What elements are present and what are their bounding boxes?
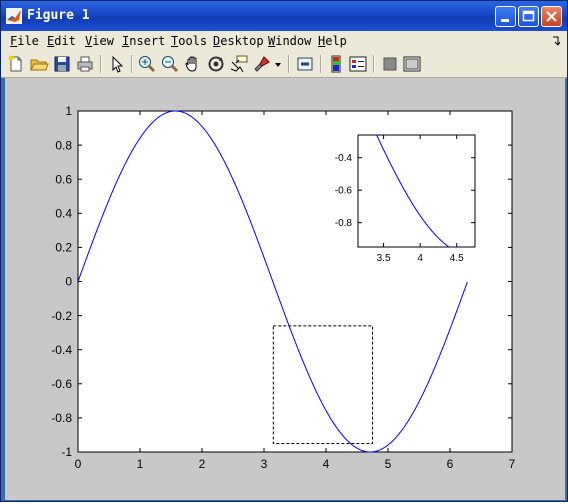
inset-y-tick-label: -0.4 [335, 153, 353, 164]
brush-icon[interactable] [252, 54, 272, 74]
pan-hand-icon[interactable] [183, 54, 203, 74]
menu-desktop[interactable]: Desktop [213, 34, 264, 48]
main-y-tick-label: -0.8 [51, 411, 72, 425]
toolbar-separator [131, 55, 133, 73]
window-title: Figure 1 [27, 8, 90, 23]
close-button[interactable] [541, 6, 562, 27]
main-x-tick-label: 3 [261, 457, 268, 471]
main-x-tick-label: 4 [323, 457, 330, 471]
menu-help[interactable]: Help [318, 34, 347, 48]
main-x-tick-label: 5 [385, 457, 392, 471]
menu-view[interactable]: View [85, 34, 114, 48]
main-y-tick-label: -0.4 [51, 343, 72, 357]
main-x-tick-label: 0 [75, 457, 82, 471]
toolbar-separator [373, 55, 375, 73]
main-x-tick-label: 2 [199, 457, 206, 471]
menu-window[interactable]: Window [268, 34, 311, 48]
main-y-tick-label: -0.2 [51, 309, 72, 323]
edit-plot-arrow-icon[interactable] [107, 54, 127, 74]
minimize-button[interactable] [495, 6, 516, 27]
new-figure-icon[interactable] [6, 54, 26, 74]
toolbar-separator [320, 55, 322, 73]
main-y-tick-label: 0 [65, 275, 72, 289]
zoom-out-icon[interactable] [160, 54, 180, 74]
menu-tools[interactable]: Tools [171, 34, 207, 48]
figure-window: Figure 1 File Edit View Insert Tools Des… [0, 0, 568, 502]
close-icon [546, 11, 557, 22]
main-y-tick-label: 0.6 [55, 172, 72, 186]
menu-edit[interactable]: Edit [47, 34, 76, 48]
maximize-button[interactable] [518, 6, 539, 27]
main-x-tick-label: 6 [447, 457, 454, 471]
show-plot-tools-icon[interactable] [402, 54, 422, 74]
menu-bar: File Edit View Insert Tools Desktop Wind… [1, 31, 567, 51]
save-icon[interactable] [52, 54, 72, 74]
main-y-tick-label: 0.4 [55, 207, 72, 221]
main-y-tick-label: 0.2 [55, 241, 72, 255]
data-cursor-icon[interactable] [229, 54, 249, 74]
colorbar-icon[interactable] [326, 54, 346, 74]
title-bar[interactable]: Figure 1 [1, 1, 567, 31]
main-y-tick-label: -0.6 [51, 377, 72, 391]
toolbar-separator [100, 55, 102, 73]
zoom-in-icon[interactable] [137, 54, 157, 74]
inset-y-tick-label: -0.6 [335, 186, 353, 197]
link-plot-icon[interactable] [295, 54, 315, 74]
matlab-logo-icon [6, 8, 22, 24]
print-icon[interactable] [75, 54, 95, 74]
maximize-icon [522, 10, 535, 22]
main-y-tick-label: 0.8 [55, 138, 72, 152]
legend-icon[interactable] [348, 54, 368, 74]
menu-file[interactable]: File [10, 34, 39, 48]
hide-plot-tools-icon[interactable] [380, 54, 400, 74]
inset-x-tick-label: 4.5 [450, 253, 464, 264]
figure-toolbar [1, 51, 567, 78]
main-y-tick-label: 1 [65, 104, 72, 118]
menu-insert[interactable]: Insert [122, 34, 165, 48]
main-y-tick-label: -1 [61, 445, 72, 459]
inset-x-tick-label: 3.5 [377, 253, 391, 264]
rotate-3d-icon[interactable] [206, 54, 226, 74]
main-x-tick-label: 7 [509, 457, 516, 471]
dock-arrow-icon[interactable] [552, 36, 560, 46]
figure-canvas: 0 1 2 3 4 5 6 7 -1 -0.8 -0.6 -0.4 -0.2 0 0.2 0.4 0.6 0.8 1… [5, 78, 565, 500]
plot-svg: 0 1 2 3 4 5 6 7 -1 -0.8 -0.6 -0.4 -0.2 0 0.2 0.4 0.6 0.8 1… [51, 104, 516, 471]
brush-dropdown-icon[interactable] [273, 54, 283, 74]
minimize-icon [501, 19, 509, 22]
open-file-icon[interactable] [29, 54, 49, 74]
inset-x-tick-label: 4 [417, 253, 423, 264]
inset-y-tick-label: -0.8 [335, 218, 353, 229]
toolbar-separator [288, 55, 290, 73]
inset-axes-box [357, 134, 476, 248]
main-x-tick-label: 1 [137, 457, 144, 471]
